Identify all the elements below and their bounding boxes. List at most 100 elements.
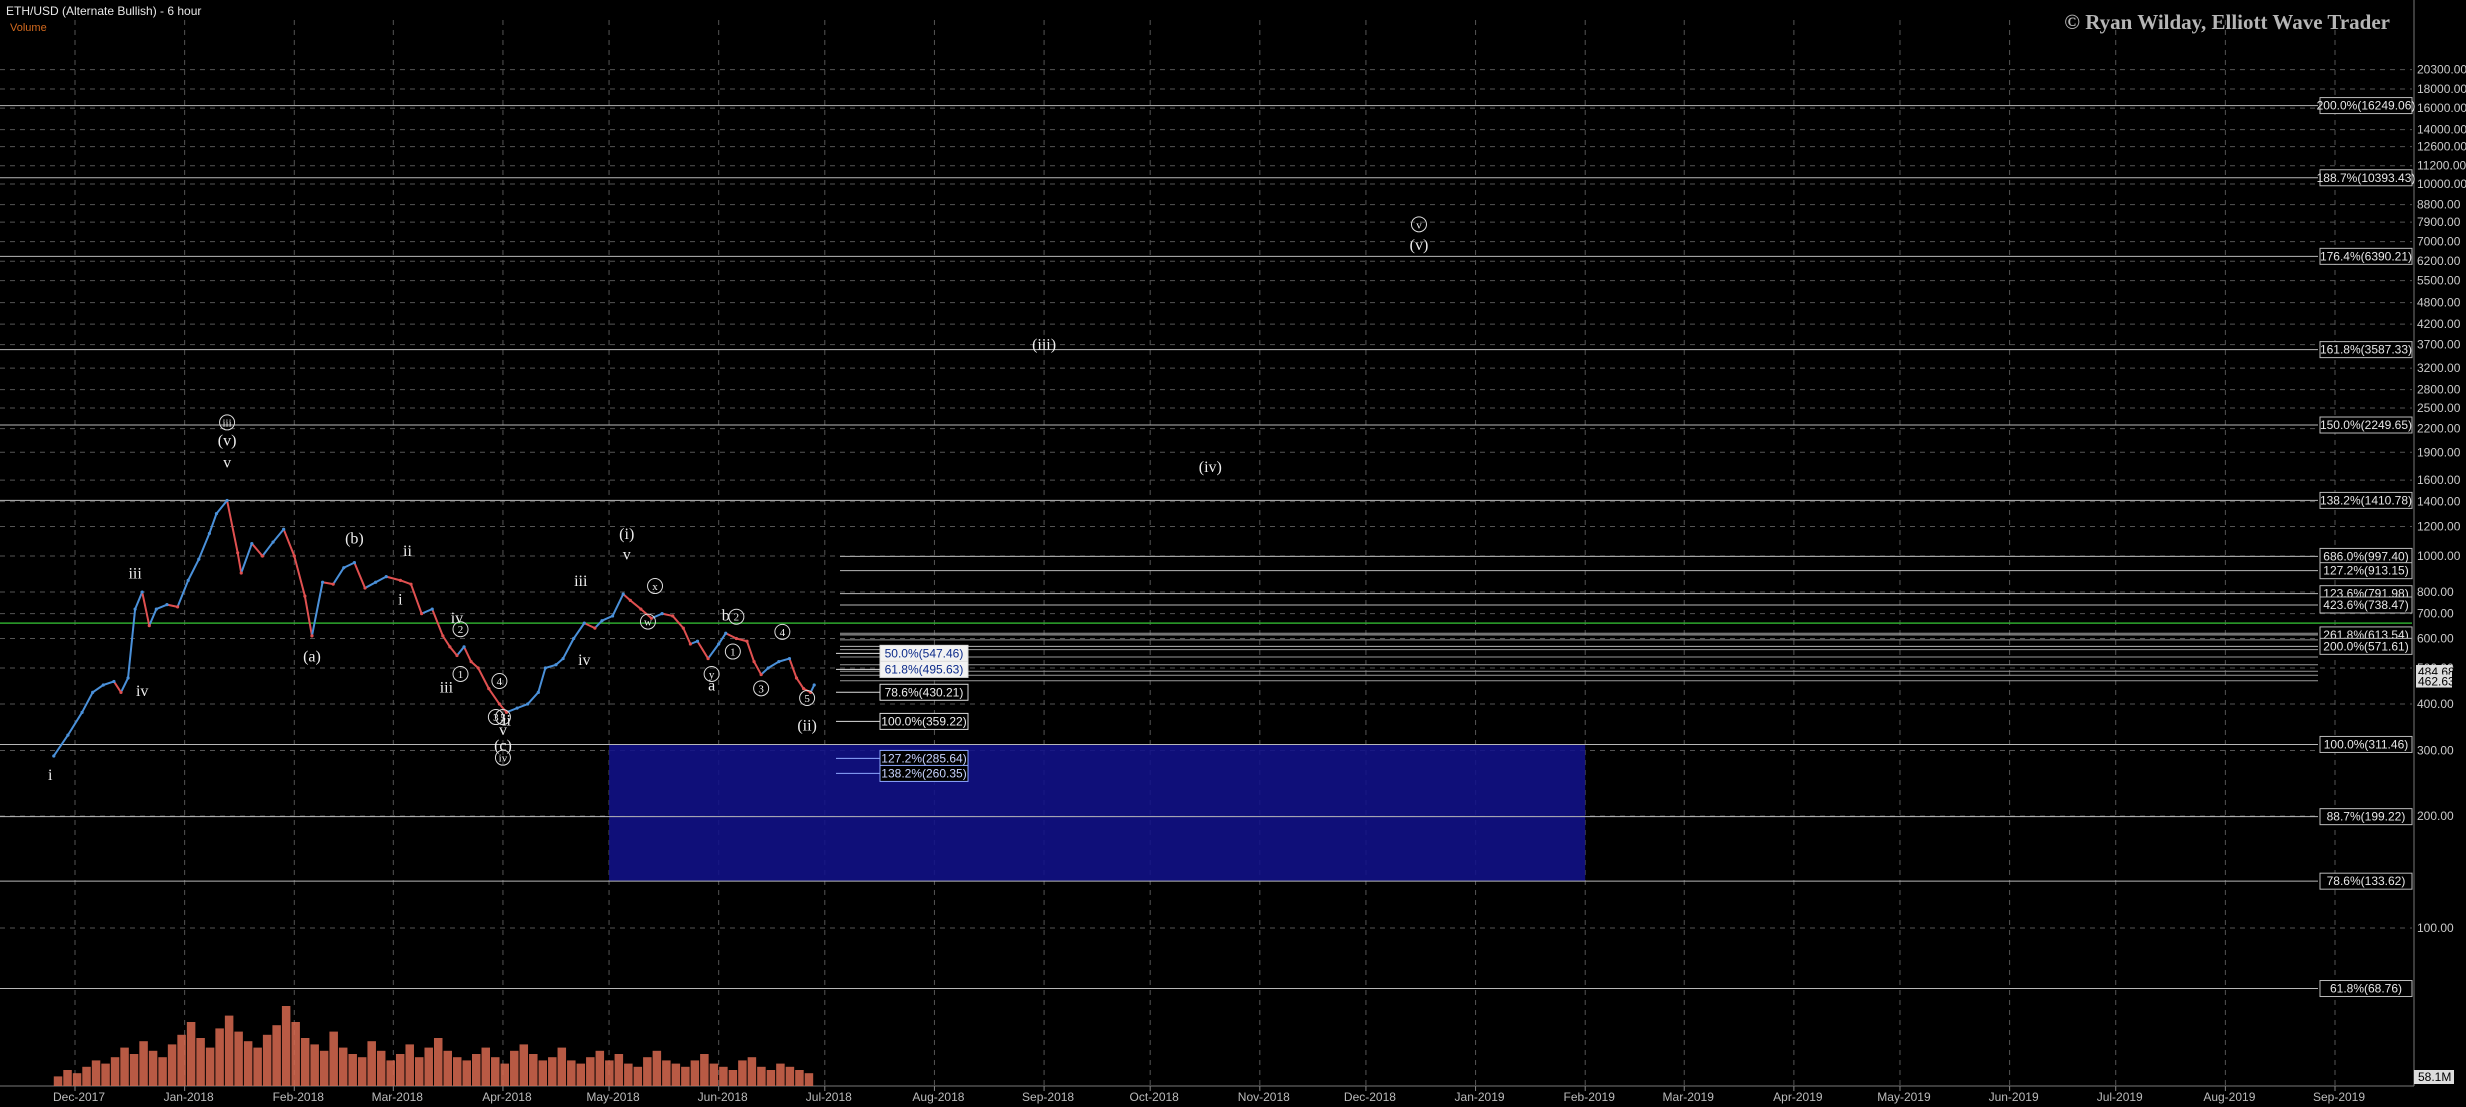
price-point bbox=[154, 607, 158, 611]
y-tick-label: 1400.00 bbox=[2417, 495, 2461, 509]
wave-label: v bbox=[223, 454, 231, 471]
volume-bar bbox=[709, 1063, 719, 1086]
volume-bar bbox=[101, 1063, 110, 1086]
price-point bbox=[688, 642, 692, 646]
y-tick-label: 3700.00 bbox=[2417, 338, 2461, 352]
volume-bar bbox=[462, 1060, 472, 1086]
volume-bar bbox=[291, 1022, 300, 1086]
fib-level-label: 200.0%(16249.06) bbox=[2317, 99, 2416, 113]
volume-bar bbox=[662, 1060, 671, 1086]
price-point bbox=[310, 634, 314, 638]
price-point bbox=[112, 679, 116, 684]
price-point bbox=[52, 754, 56, 758]
current-price-label: 462.63 bbox=[2418, 675, 2455, 689]
fib-level-label: 150.0%(2249.65) bbox=[2320, 418, 2412, 432]
x-tick-label: Apr-2019 bbox=[1773, 1090, 1823, 1104]
chart-area[interactable]: Dec-2017 Jan-2018 Feb-2018 Mar-2018 Apr-2018… bbox=[0, 0, 2466, 1107]
volume-bar bbox=[272, 1025, 281, 1086]
price-point bbox=[455, 653, 459, 658]
fib-tag-label: 61.8%(495.63) bbox=[885, 662, 964, 676]
price-point bbox=[214, 512, 219, 516]
volume-bar bbox=[624, 1063, 633, 1086]
volume-bar bbox=[766, 1070, 776, 1086]
y-tick-label: 14000.00 bbox=[2417, 123, 2466, 137]
wave-label: 1 bbox=[458, 669, 464, 681]
price-point bbox=[236, 551, 240, 555]
fib-tag-label: 127.2%(285.64) bbox=[881, 751, 966, 765]
y-tick-label: 16000.00 bbox=[2417, 101, 2466, 115]
y-tick-label: 10000.00 bbox=[2417, 177, 2466, 191]
price-point bbox=[681, 626, 685, 630]
fib-level-label: 176.4%(6390.21) bbox=[2320, 249, 2412, 263]
x-tick-label: Mar-2018 bbox=[372, 1090, 424, 1104]
volume-bar bbox=[795, 1070, 804, 1086]
price-point bbox=[140, 590, 144, 594]
y-tick-label: 300.00 bbox=[2417, 744, 2454, 758]
volume-bar bbox=[281, 1006, 291, 1086]
volume-bar bbox=[595, 1050, 605, 1086]
wave-label: iv bbox=[136, 683, 148, 700]
price-point bbox=[303, 594, 307, 598]
volume-bar bbox=[205, 1047, 215, 1086]
wave-label: iii bbox=[128, 565, 142, 582]
price-point bbox=[119, 690, 123, 694]
price-point bbox=[186, 578, 190, 582]
volume-bar bbox=[776, 1063, 785, 1086]
price-point bbox=[724, 631, 728, 635]
volume-bar bbox=[148, 1050, 158, 1086]
price-point bbox=[409, 582, 413, 586]
y-tick-label: 1600.00 bbox=[2417, 473, 2461, 487]
volume-bar bbox=[633, 1066, 643, 1086]
y-tick-label: 200.00 bbox=[2417, 809, 2454, 823]
y-tick-label: 600.00 bbox=[2417, 632, 2454, 646]
price-point bbox=[561, 656, 565, 661]
x-tick-label: Jan-2018 bbox=[164, 1090, 214, 1104]
price-point bbox=[165, 603, 169, 607]
price-point bbox=[430, 607, 434, 611]
y-tick-label: 800.00 bbox=[2417, 585, 2454, 599]
price-point bbox=[292, 554, 296, 558]
volume-bar bbox=[376, 1050, 386, 1086]
fib-level-label: 100.0%(311.46) bbox=[2324, 737, 2409, 751]
price-point bbox=[175, 605, 180, 609]
volume-bar bbox=[386, 1060, 395, 1086]
fib-tag-label: 138.2%(260.35) bbox=[881, 766, 966, 780]
volume-bar bbox=[63, 1070, 72, 1086]
price-point bbox=[766, 666, 770, 670]
fib-tag-label: 78.6%(430.21) bbox=[885, 685, 964, 699]
price-point bbox=[639, 607, 643, 611]
price-point bbox=[777, 660, 781, 664]
price-point bbox=[66, 733, 70, 737]
volume-bar bbox=[139, 1041, 148, 1086]
price-point bbox=[752, 660, 756, 664]
volume-bar bbox=[567, 1060, 576, 1086]
volume-bar bbox=[519, 1044, 529, 1086]
price-point bbox=[225, 498, 229, 503]
volume-bar bbox=[224, 1015, 234, 1086]
price-point bbox=[441, 634, 445, 638]
x-tick-label: Oct-2018 bbox=[1130, 1090, 1180, 1104]
price-point bbox=[260, 554, 265, 558]
fib-level-label: 78.6%(133.62) bbox=[2327, 874, 2406, 888]
price-point bbox=[621, 592, 625, 596]
price-point bbox=[91, 690, 95, 694]
wave-label: a bbox=[708, 677, 715, 694]
y-tick-label: 4800.00 bbox=[2417, 296, 2461, 310]
volume-bar bbox=[700, 1054, 709, 1086]
volume-bar bbox=[338, 1047, 348, 1086]
price-point bbox=[671, 614, 675, 618]
volume-bar bbox=[472, 1054, 481, 1086]
wave-label: x bbox=[652, 581, 658, 593]
volume-bar bbox=[262, 1034, 272, 1086]
y-tick-label: 18000.00 bbox=[2417, 82, 2466, 96]
wave-label: 4 bbox=[780, 627, 786, 639]
volume-bar bbox=[329, 1031, 338, 1086]
price-point bbox=[600, 619, 604, 623]
volume-bar bbox=[681, 1066, 690, 1086]
volume-bar bbox=[491, 1057, 500, 1086]
wave-label: (a) bbox=[303, 649, 321, 666]
volume-bar bbox=[690, 1060, 700, 1086]
fib-level-label: 88.7%(199.22) bbox=[2327, 810, 2406, 824]
chart-title: ETH/USD (Alternate Bullish) - 6 hour bbox=[6, 4, 202, 18]
volume-bar bbox=[395, 1054, 405, 1086]
